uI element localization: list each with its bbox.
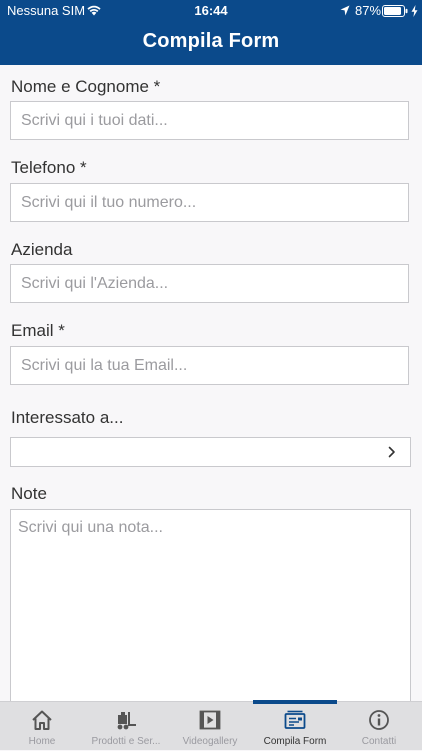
email-field[interactable] [10, 346, 409, 385]
phone-field[interactable] [10, 183, 409, 222]
company-label: Azienda [11, 240, 73, 259]
tab-home-label: Home [28, 736, 56, 747]
charging-bolt-icon [411, 5, 418, 17]
tab-products-label: Prodotti e Ser... [91, 736, 161, 747]
location-arrow-icon [340, 5, 350, 16]
note-textarea[interactable] [10, 509, 411, 701]
company-field[interactable] [10, 264, 409, 303]
phone-label: Telefono * [11, 158, 87, 177]
name-field[interactable] [10, 101, 409, 140]
home-icon [32, 710, 52, 730]
note-label: Note [11, 484, 47, 503]
tab-form-label: Compila Form [263, 736, 327, 747]
battery-icon [382, 5, 408, 17]
interest-select[interactable] [10, 437, 411, 467]
contact-form: Nome e Cognome * Telefono * Azienda Emai… [0, 65, 422, 701]
header-bar: Nessuna SIM 16:44 87% Compila Form [0, 0, 422, 65]
tab-videogallery-label: Videogallery [182, 736, 238, 747]
active-tab-indicator [253, 700, 337, 704]
tab-videogallery[interactable]: Videogallery [168, 702, 252, 751]
tab-home[interactable]: Home [0, 702, 84, 751]
tab-form[interactable]: Compila Form [253, 700, 337, 751]
forklift-icon [117, 712, 136, 730]
tab-bar: Home Prodotti e Ser... Videogallery Comp… [0, 700, 422, 751]
form-icon [284, 710, 306, 729]
tab-contacts[interactable]: Contatti [337, 702, 421, 751]
interest-label: Interessato a... [11, 408, 124, 427]
video-icon [199, 710, 221, 730]
page-title: Compila Form [142, 30, 280, 52]
chevron-right-icon [388, 446, 395, 458]
info-icon [369, 710, 389, 730]
status-bar: Nessuna SIM 16:44 87% [0, 0, 422, 22]
name-label: Nome e Cognome * [11, 77, 161, 96]
tab-contacts-label: Contatti [361, 736, 397, 747]
email-label: Email * [11, 321, 65, 340]
battery-percent: 87% [355, 3, 382, 18]
tab-products[interactable]: Prodotti e Ser... [84, 702, 168, 751]
